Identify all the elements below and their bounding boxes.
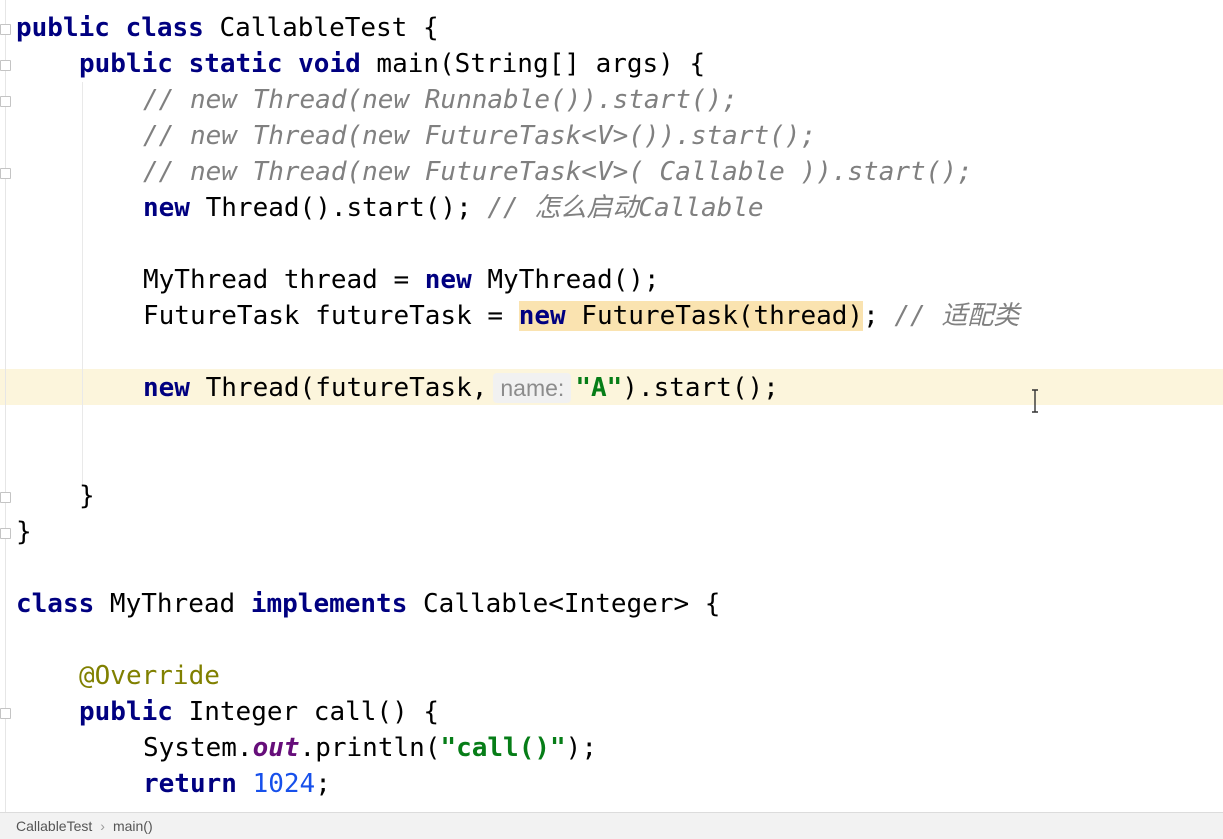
code-text: ;: [863, 301, 895, 331]
keyword: new: [143, 373, 190, 403]
code-line-22: return 1024;: [143, 766, 331, 802]
code-text: Callable<Integer> {: [407, 589, 721, 619]
code-text: MyThread thread =: [143, 265, 425, 295]
keyword: public class: [16, 13, 204, 43]
fold-icon[interactable]: [0, 60, 11, 71]
code-text: }: [16, 517, 32, 547]
code-line-5: // new Thread(new FutureTask<V>( Callabl…: [143, 154, 973, 190]
keyword: implements: [250, 589, 408, 619]
highlighted-expression: new FutureTask(thread): [518, 301, 864, 331]
code-line-6: new Thread().start(); // 怎么启动Callable: [143, 190, 764, 226]
comment: // new Thread(new FutureTask<V>()).start…: [143, 121, 817, 151]
code-line-11: new Thread(futureTask, name: "A").start();: [143, 370, 779, 406]
code-text: .println(: [299, 733, 441, 763]
keyword: new: [143, 193, 190, 223]
breadcrumb-method[interactable]: main(): [113, 818, 153, 834]
string-literal: "A": [575, 373, 623, 403]
static-field: out: [252, 733, 300, 763]
code-line-20: public Integer call() {: [79, 694, 439, 730]
code-line-15: }: [16, 514, 32, 550]
code-text: CallableTest {: [203, 13, 439, 43]
fold-icon[interactable]: [0, 96, 11, 107]
code-text: );: [565, 733, 597, 763]
text-cursor-icon: [1032, 389, 1038, 413]
fold-icon[interactable]: [0, 528, 11, 539]
code-line-9: FutureTask futureTask = new FutureTask(t…: [143, 298, 1019, 334]
code-editor[interactable]: public class CallableTest { public stati…: [0, 0, 1223, 812]
fold-icon[interactable]: [0, 168, 11, 179]
code-text: }: [79, 481, 95, 511]
fold-icon[interactable]: [0, 708, 11, 719]
keyword: public static void: [79, 49, 361, 79]
comment: // new Thread(new FutureTask<V>( Callabl…: [143, 157, 973, 187]
parameter-hint: name:: [493, 373, 572, 403]
comment: // 怎么启动Callable: [487, 193, 764, 223]
code-text: main(String[] args) {: [360, 49, 706, 79]
code-line-17: class MyThread implements Callable<Integ…: [16, 586, 720, 622]
code-line-4: // new Thread(new FutureTask<V>()).start…: [143, 118, 816, 154]
code-text: ;: [315, 769, 331, 799]
keyword: new: [518, 301, 566, 331]
code-text: MyThread();: [471, 265, 660, 295]
breadcrumb: CallableTest › main(): [0, 812, 1223, 839]
keyword: new: [424, 265, 472, 295]
code-line-2: public static void main(String[] args) {: [79, 46, 705, 82]
fold-icon[interactable]: [0, 492, 11, 503]
keyword: public: [79, 697, 173, 727]
code-text: FutureTask futureTask =: [143, 301, 519, 331]
code-text: Thread(futureTask,: [189, 373, 488, 403]
fold-icon[interactable]: [0, 24, 11, 35]
code-text: ).start();: [622, 373, 779, 403]
code-text: MyThread: [94, 589, 251, 619]
comment: // 适配类: [894, 301, 1020, 331]
code-text: Thread().start();: [189, 193, 488, 223]
code-line-21: System.out.println("call()");: [143, 730, 597, 766]
code-line-14: }: [79, 478, 95, 514]
code-line-19: @Override: [79, 658, 220, 694]
code-text: Integer call() {: [172, 697, 440, 727]
string-literal: "call()": [440, 733, 566, 763]
breadcrumb-separator: ›: [100, 818, 105, 834]
annotation: @Override: [79, 661, 220, 691]
keyword: return: [143, 769, 237, 799]
comment: // new Thread(new Runnable()).start();: [143, 85, 738, 115]
code-line-1: public class CallableTest {: [16, 10, 439, 46]
code-line-8: MyThread thread = new MyThread();: [143, 262, 660, 298]
code-line-3: // new Thread(new Runnable()).start();: [143, 82, 738, 118]
breadcrumb-class[interactable]: CallableTest: [16, 818, 92, 834]
code-text: System.: [143, 733, 253, 763]
gutter-border: [5, 0, 6, 812]
keyword: class: [16, 589, 95, 619]
number-literal: 1024: [252, 769, 316, 799]
code-text: FutureTask(thread): [565, 301, 864, 331]
indent-guide: [82, 82, 83, 484]
